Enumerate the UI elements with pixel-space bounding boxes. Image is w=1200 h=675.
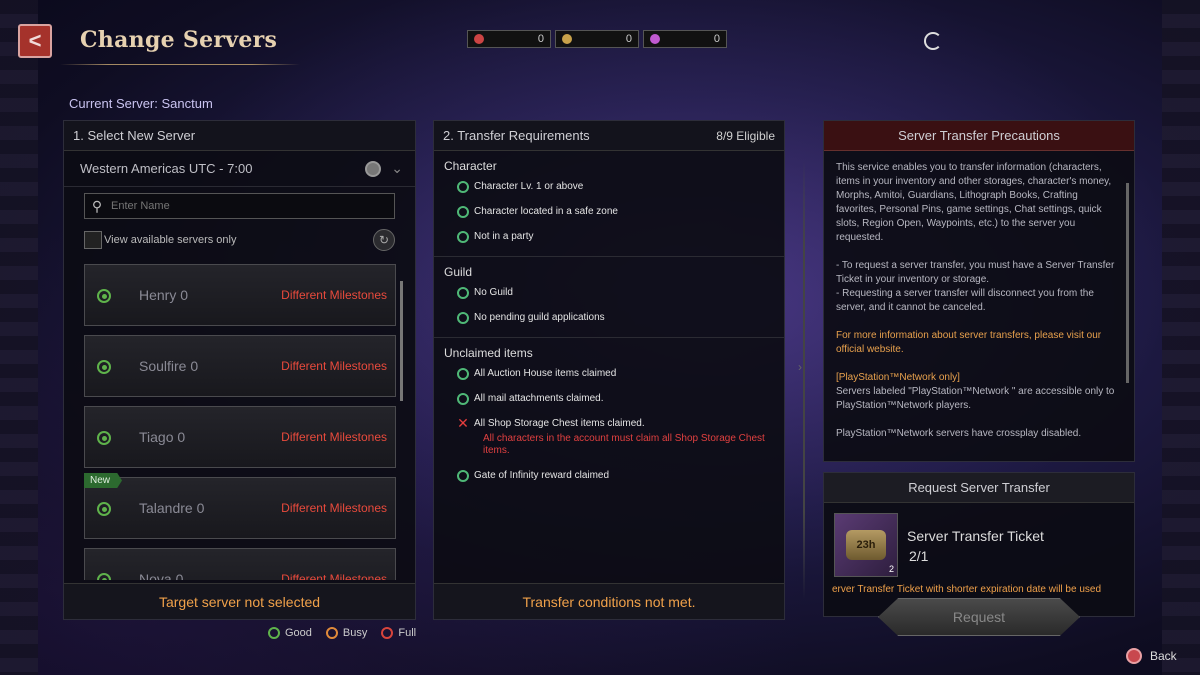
server-row-tiago[interactable]: Tiago 0 Different Milestones xyxy=(84,406,396,468)
transfer-status: Transfer conditions not met. xyxy=(434,583,784,619)
server-list: Henry 0 Different Milestones Soulfire 0 Di… xyxy=(84,264,396,580)
chevron-right-icon: › xyxy=(798,360,802,374)
requirements-title: 2. Transfer Requirements xyxy=(443,128,590,143)
check-icon xyxy=(457,393,469,405)
check-icon xyxy=(457,206,469,218)
req-item: All Auction House items claimed xyxy=(457,368,784,380)
requirements-panel: 2. Transfer Requirements 8/9 Eligible Cha… xyxy=(433,120,785,620)
full-icon xyxy=(381,627,394,639)
character-section-title: Character xyxy=(444,159,497,173)
status-good-icon xyxy=(97,360,111,374)
page-title: Change Servers xyxy=(80,27,278,53)
back-arrow-icon: < xyxy=(28,28,42,53)
currency-gold: 0 xyxy=(555,30,639,48)
check-icon xyxy=(457,181,469,193)
guild-section-title: Guild xyxy=(444,265,473,279)
loading-spinner-icon xyxy=(924,32,942,50)
ticket-note: erver Transfer Ticket with shorter expir… xyxy=(832,584,1102,595)
req-item: Gate of Infinity reward claimed xyxy=(457,470,784,482)
ticket-quantity: 2/1 xyxy=(909,548,929,564)
precautions-panel: Server Transfer Precautions This service… xyxy=(823,120,1135,462)
req-item: Character Lv. 1 or above xyxy=(457,181,784,193)
server-row-talandre[interactable]: New Talandre 0 Different Milestones xyxy=(84,473,396,539)
req-item: No Guild xyxy=(457,287,784,299)
good-icon xyxy=(268,627,280,639)
status-good-icon xyxy=(97,289,111,303)
server-row-henry[interactable]: Henry 0 Different Milestones xyxy=(84,264,396,326)
busy-icon xyxy=(325,627,338,639)
cross-icon: ✕ xyxy=(457,415,469,431)
right-decor-border xyxy=(1162,0,1200,675)
globe-icon xyxy=(365,160,382,177)
region-dropdown[interactable]: Western Americas UTC - 7:00 ⌄ xyxy=(64,151,415,187)
check-icon xyxy=(457,312,469,324)
eligible-count: 8/9 Eligible xyxy=(716,128,775,143)
server-row-soulfire[interactable]: Soulfire 0 Different Milestones xyxy=(84,335,396,397)
ticket-icon[interactable]: 23h 2 xyxy=(834,513,898,577)
check-icon xyxy=(457,368,469,380)
req-item: Character located in a safe zone xyxy=(457,206,784,218)
status-good-icon xyxy=(97,502,111,516)
refresh-icon[interactable]: ↻ xyxy=(373,229,395,251)
select-server-panel: 1. Select New Server Western Americas UT… xyxy=(63,120,416,620)
circle-button-icon xyxy=(1126,648,1142,664)
precautions-scrollbar[interactable] xyxy=(1126,183,1129,383)
req-item: No pending guild applications xyxy=(457,312,784,324)
gold-coin-icon xyxy=(562,34,572,44)
server-row-nova[interactable]: Nova 0 Different Milestones xyxy=(84,548,396,580)
purple-gem-icon xyxy=(650,34,660,44)
request-button[interactable]: Request xyxy=(878,598,1080,636)
currency-purple: 0 xyxy=(643,30,727,48)
server-list-scrollbar[interactable] xyxy=(400,281,403,401)
red-currency-icon xyxy=(474,34,484,44)
check-icon xyxy=(457,287,469,299)
current-server-label: Current Server: Sanctum xyxy=(69,96,213,111)
status-good-icon xyxy=(97,573,111,580)
chevron-down-icon: ⌄ xyxy=(391,160,403,176)
search-input[interactable] xyxy=(109,194,394,218)
search-box[interactable]: ⚲ xyxy=(84,193,395,219)
items-section-title: Unclaimed items xyxy=(444,346,533,360)
req-item: All mail attachments claimed. xyxy=(457,393,784,405)
available-only-label: View available servers only xyxy=(104,234,237,246)
left-decor-border xyxy=(0,0,38,675)
select-status: Target server not selected xyxy=(64,583,415,619)
req-item: Not in a party xyxy=(457,231,784,243)
check-icon xyxy=(457,231,469,243)
ticket-name: Server Transfer Ticket xyxy=(907,528,1044,544)
currency-red: 0 xyxy=(467,30,551,48)
select-server-header: 1. Select New Server xyxy=(64,121,415,151)
status-legend: Good Busy Full xyxy=(268,627,416,639)
title-underline xyxy=(60,64,300,65)
new-badge: New xyxy=(84,473,123,488)
back-hint[interactable]: Back xyxy=(1126,648,1177,664)
available-only-checkbox[interactable] xyxy=(84,231,102,249)
precautions-title: Server Transfer Precautions xyxy=(824,121,1134,151)
search-icon: ⚲ xyxy=(91,197,103,214)
request-title: Request Server Transfer xyxy=(824,473,1134,503)
currency-bar: 0 0 0 xyxy=(467,30,727,48)
req-warning: All characters in the account must claim… xyxy=(483,433,765,456)
status-good-icon xyxy=(97,431,111,445)
req-item-failed: ✕ All Shop Storage Chest items claimed. xyxy=(457,415,645,431)
request-panel: Request Server Transfer 23h 2 Server Tra… xyxy=(823,472,1135,617)
back-button[interactable]: < xyxy=(18,24,52,58)
check-icon xyxy=(457,470,469,482)
divider xyxy=(803,160,805,600)
